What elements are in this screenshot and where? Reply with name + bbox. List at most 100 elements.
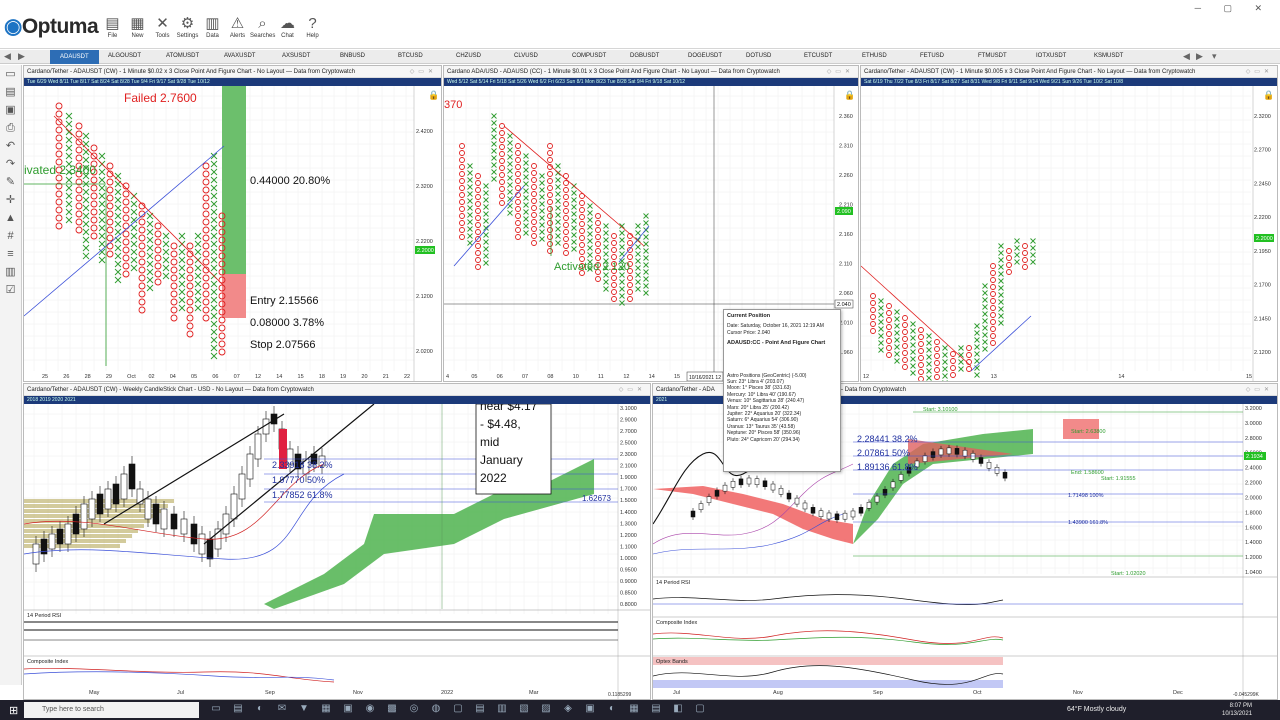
app-icon[interactable]: ▣: [579, 703, 601, 714]
forward-arrow-icon[interactable]: ▶: [18, 51, 25, 62]
redo-icon[interactable]: ↷: [0, 155, 21, 173]
tabs-left-icon[interactable]: ◀: [1183, 51, 1190, 62]
pnf-x-box: [507, 154, 513, 160]
optuma-icon[interactable]: ◎: [403, 703, 425, 714]
zoom-icon[interactable]: ◍: [425, 703, 447, 714]
edge-icon[interactable]: ◐: [249, 703, 271, 714]
toolbar-chat-button[interactable]: ☁ Chat: [275, 14, 300, 46]
pnf-chart-panel-1[interactable]: Cardano/Tether - ADAUSDT (CW) - 1 Minute…: [23, 65, 442, 382]
tab-ksmusdt[interactable]: KSMUSDT: [1094, 53, 1123, 59]
tab-adausdt[interactable]: ADAUSDT: [50, 50, 99, 64]
tab-algousdt[interactable]: ALGOUSDT: [108, 53, 141, 59]
app-icon[interactable]: ◐: [601, 703, 623, 714]
app-icon[interactable]: ▦: [623, 703, 645, 714]
app-icon[interactable]: ▨: [535, 703, 557, 714]
app-icon[interactable]: ▢: [447, 703, 469, 714]
check-icon[interactable]: ☑: [0, 281, 21, 299]
candle-body: [690, 510, 696, 518]
crosshair-icon[interactable]: ✛: [0, 191, 21, 209]
app-icon[interactable]: ◈: [557, 703, 579, 714]
tab-clvusd[interactable]: CLVUSD: [514, 53, 538, 59]
tab-fetusd[interactable]: FETUSD: [920, 53, 944, 59]
excel-icon[interactable]: ▩: [381, 703, 403, 714]
tab-ethusd[interactable]: ETHUSD: [862, 53, 887, 59]
pen-icon[interactable]: ✎: [0, 173, 21, 191]
tab-btcusd[interactable]: BTCUSD: [398, 53, 423, 59]
tabs-right-icon[interactable]: ▶: [1196, 51, 1203, 62]
lock-icon[interactable]: ▲: [0, 209, 21, 227]
ruler-icon[interactable]: ▥: [0, 263, 21, 281]
app-icon[interactable]: ▤: [645, 703, 667, 714]
tab-dotusd[interactable]: DOTUSD: [746, 53, 771, 59]
toolbar-alerts-button[interactable]: ⚠ Alerts: [225, 14, 250, 46]
weekly-candle-chart[interactable]: 2.33918 38.2% 1.97770 50% 1.77852 61.8% 1.6…: [24, 399, 651, 700]
notes-icon[interactable]: ▣: [337, 703, 359, 714]
top-start-label: Start: 3.10100: [923, 407, 958, 413]
panel-controls[interactable]: ◇▭✕: [827, 66, 854, 78]
pnf-o-box: [579, 221, 585, 227]
toolbar-help-button[interactable]: ? Help: [300, 14, 325, 46]
tab-bnbusd[interactable]: BNBUSD: [340, 53, 365, 59]
pnf-o-box: [627, 254, 633, 260]
pnf-o-box: [563, 222, 569, 228]
pnf-o-box: [934, 374, 940, 380]
pnf-chart-1[interactable]: Failed 2.7600 ivated 2.3400 0.44000 20.80%…: [24, 86, 442, 382]
windows-start-icon[interactable]: ⊞: [9, 704, 18, 717]
weekly-candle-panel[interactable]: Cardano/Tether - ADAUSDT (CW) - Weekly C…: [23, 383, 651, 700]
clock[interactable]: 8:07 PM 10/13/2021: [1222, 702, 1252, 718]
open-icon[interactable]: ▭: [0, 65, 21, 83]
task-view-icon[interactable]: ▭: [205, 703, 227, 714]
chrome-icon[interactable]: ◉: [359, 703, 381, 714]
toolbar-data-button[interactable]: ▥ Data: [200, 14, 225, 46]
explorer-icon[interactable]: ▤: [227, 703, 249, 714]
panel-controls[interactable]: ◇▭✕: [410, 66, 437, 78]
app-icon[interactable]: ▥: [491, 703, 513, 714]
tab-avaxusdt[interactable]: AVAXUSDT: [224, 53, 255, 59]
tab-atomusdt[interactable]: ATOMUSDT: [166, 53, 199, 59]
app-icon[interactable]: ◧: [667, 703, 689, 714]
pnf-chart-panel-3[interactable]: Cardano/Tether - ADAUSDT (CW) - 1 Minute…: [860, 65, 1278, 382]
folder-icon[interactable]: ▤: [0, 83, 21, 101]
toolbar-settings-button[interactable]: ⚙ Settings: [175, 14, 200, 46]
app-icon[interactable]: ▧: [513, 703, 535, 714]
tab-iotxusdt[interactable]: IOTXUSDT: [1036, 53, 1066, 59]
toolbar-new-button[interactable]: ▦ New: [125, 14, 150, 46]
pnf-chart-3[interactable]: 2.3200 2.2700 2.2450 2.2200 2.1950 2.1700 2.14…: [861, 86, 1278, 382]
tab-compusdt[interactable]: COMPUSDT: [572, 53, 606, 59]
window-controls[interactable]: ─ ▢ ✕: [1195, 3, 1272, 14]
x-tick-label: Nov: [353, 690, 363, 696]
pnf-x-box: [98, 256, 106, 264]
fib-382-label: 2.33918 38.2%: [272, 460, 333, 470]
panel-controls[interactable]: ◇▭✕: [1246, 384, 1273, 396]
tab-etcusdt[interactable]: ETCUSDT: [804, 53, 832, 59]
candle-body: [32, 543, 40, 565]
tab-ftmusdt[interactable]: FTMUSDT: [978, 53, 1007, 59]
toolbar-file-button[interactable]: ▤ File: [100, 14, 125, 46]
help-icon: ?: [308, 15, 317, 32]
app-icon[interactable]: ▤: [469, 703, 491, 714]
grid-icon[interactable]: #: [0, 227, 21, 245]
mail-icon[interactable]: ✉: [271, 703, 293, 714]
save-icon[interactable]: ▣: [0, 101, 21, 119]
tab-dgbusdt[interactable]: DGBUSDT: [630, 53, 659, 59]
layers-icon[interactable]: ≡: [0, 245, 21, 263]
panel-controls[interactable]: ◇▭✕: [1246, 66, 1273, 78]
back-arrow-icon[interactable]: ◀: [4, 51, 11, 62]
weather-widget[interactable]: 64°F Mostly cloudy: [1067, 706, 1126, 713]
app-icon[interactable]: ▢: [689, 703, 711, 714]
brave-icon[interactable]: ▼: [293, 703, 315, 714]
lock-icon: 🔒: [844, 90, 855, 100]
level-100-label: 1.71498 100%: [1068, 493, 1104, 499]
toolbar-tools-button[interactable]: ✕ Tools: [150, 14, 175, 46]
undo-icon[interactable]: ↶: [0, 137, 21, 155]
toolbar-searches-button[interactable]: ⌕ Searches: [250, 14, 275, 46]
x-tick-label: 29: [106, 374, 112, 380]
panel-controls[interactable]: ◇▭✕: [619, 384, 646, 396]
taskbar-search[interactable]: Type here to search: [24, 702, 199, 718]
tab-dogeusdt[interactable]: DOGEUSDT: [688, 53, 722, 59]
tab-chzusd[interactable]: CHZUSD: [456, 53, 481, 59]
tab-list-icon[interactable]: ▾: [1212, 51, 1217, 62]
print-icon[interactable]: ⎙: [0, 119, 21, 137]
tab-axsusdt[interactable]: AXSUSDT: [282, 53, 310, 59]
files-icon[interactable]: ▦: [315, 703, 337, 714]
